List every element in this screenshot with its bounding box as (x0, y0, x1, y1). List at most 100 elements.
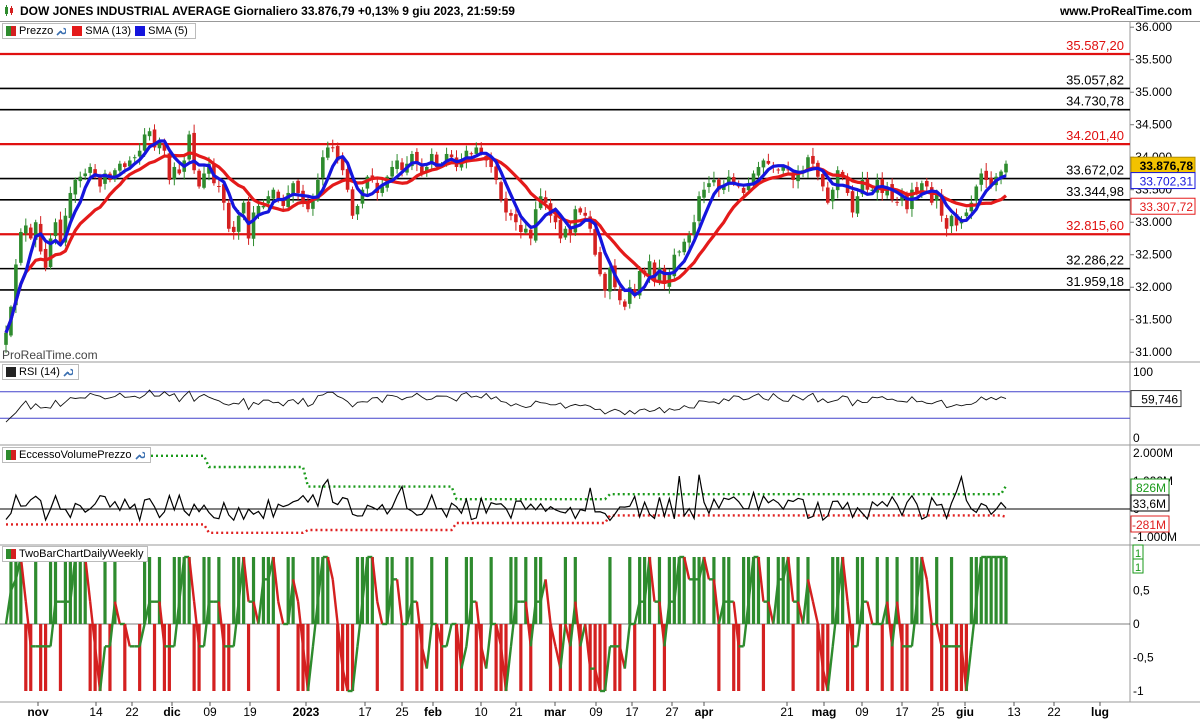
tbc-down-bar (152, 624, 157, 691)
tbc-up-bar (999, 557, 1003, 624)
candle (78, 171, 83, 188)
x-tick-label: 17 (358, 705, 372, 719)
tbc-up-bar (202, 557, 206, 624)
tbc-down-bar (400, 624, 404, 691)
x-tick-label: mag (812, 705, 837, 719)
candle (19, 228, 23, 266)
candle (603, 272, 607, 298)
candle (558, 217, 563, 244)
evp-upper-line (6, 454, 1008, 501)
tbc-up-bar (489, 557, 493, 624)
y-tick-label: 34.500 (1135, 118, 1172, 132)
svg-text:826M: 826M (1136, 481, 1166, 495)
tbc-down-bar (905, 624, 909, 691)
y-tick-label: 35.500 (1135, 53, 1172, 67)
indicator-icon (6, 367, 16, 377)
candle (811, 147, 815, 169)
tbc-up-bar (855, 557, 860, 624)
level-label: 32.815,60 (1066, 218, 1124, 233)
tbc-line-segment (331, 579, 339, 625)
tbc-down-bar (791, 624, 795, 691)
evp-legend[interactable]: EccessoVolumePrezzo (2, 447, 151, 463)
candle (895, 196, 899, 206)
evp-panel: 2.000M1.000M0-1.000M (0, 446, 1177, 544)
tbc-down-bar (39, 624, 43, 691)
tbc-line-segment (866, 601, 874, 625)
x-tick-label: nov (27, 705, 49, 719)
wrench-icon[interactable] (55, 26, 67, 37)
x-tick-label: 13 (1007, 705, 1021, 719)
candle (350, 186, 355, 220)
candle (509, 209, 513, 221)
chart-canvas[interactable]: 36.00035.50035.00034.50034.00033.50033.0… (0, 0, 1200, 720)
tbc-panel: 1 0,5 0 -0,5 -1 (0, 550, 1154, 698)
evp-lower-line (6, 514, 1007, 534)
rsi-legend[interactable]: RSI (14) (2, 364, 79, 380)
legend-item-sma5[interactable]: SMA (5) (135, 25, 188, 37)
y-tick-label: 0 (1133, 617, 1140, 631)
tbc-up-bar (430, 557, 434, 624)
sma13-swatch (72, 26, 83, 36)
tbc-down-bar (88, 624, 92, 691)
tbc-down-bar (652, 624, 657, 691)
tbc-up-bar (444, 557, 449, 624)
tbc-up-bar (742, 557, 746, 624)
candle (830, 187, 835, 210)
tbc-up-bar (608, 557, 612, 624)
candle (355, 204, 360, 220)
legend-item-price[interactable]: Prezzo (6, 25, 68, 37)
y-tick-label: 100 (1133, 365, 1153, 379)
y-tick-label: 36.000 (1135, 20, 1172, 34)
tbc-line-segment (395, 579, 404, 625)
tbc-up-bar (355, 557, 360, 624)
tbc-up-bar (48, 557, 53, 624)
candle (949, 214, 954, 234)
indicator-icon (6, 549, 16, 559)
tbc-up-bar (722, 557, 726, 624)
price-legend[interactable]: Prezzo SMA (13) SMA (5) (2, 23, 196, 39)
wrench-icon[interactable] (134, 450, 145, 461)
svg-text:59,746: 59,746 (1141, 393, 1178, 407)
wrench-icon[interactable] (62, 367, 73, 378)
candle (192, 124, 196, 174)
candle (766, 153, 771, 166)
tbc-down-bar (519, 624, 523, 691)
x-axis: nov 14 22 dic 09 19 2023 17 25 feb 10 21 mar 09 17 27 ap… (27, 702, 1109, 719)
tbc-down-bar (44, 624, 48, 691)
tbc-down-bar (865, 624, 869, 691)
tbc-up-bar (994, 557, 998, 624)
y-tick-label: 32.000 (1135, 280, 1172, 294)
tbc-down-bar (930, 624, 934, 691)
legend-item-sma13[interactable]: SMA (13) (72, 25, 131, 37)
tbc-legend[interactable]: TwoBarChartDailyWeekly (2, 546, 148, 562)
tbc-up-bar (989, 557, 993, 624)
evp-upper-tag: 826M (1130, 478, 1170, 496)
candle (533, 201, 538, 243)
x-tick-label: 25 (931, 705, 945, 719)
x-tick-label: 2023 (293, 705, 320, 719)
tbc-up-bar (984, 557, 988, 624)
y-tick-label: 33.000 (1135, 215, 1172, 229)
candle (682, 238, 687, 256)
x-tick-label: feb (424, 705, 442, 719)
sma5-tag: 33.702,31 (1130, 172, 1196, 190)
evp-legend-label: EccessoVolumePrezzo (19, 449, 132, 461)
level-label: 34.201,40 (1066, 128, 1124, 143)
tbc-line-segment (425, 623, 433, 669)
tbc-down-bar (440, 624, 444, 691)
tbc-up-bar (935, 557, 939, 624)
tbc-up-bar (831, 557, 835, 624)
watermark: ProRealTime.com (2, 348, 98, 362)
tbc-up-bar (34, 557, 38, 624)
candle (825, 181, 830, 205)
tbc-up-bar (63, 557, 68, 624)
candle (979, 168, 984, 192)
tbc-up-bar (796, 557, 800, 624)
tbc-down-bar (593, 624, 597, 691)
candle (672, 248, 677, 280)
candle (251, 206, 256, 247)
candle (1004, 160, 1008, 177)
tbc-down-bar (138, 624, 142, 691)
tbc-up-bar (147, 557, 152, 624)
candle (499, 180, 503, 203)
